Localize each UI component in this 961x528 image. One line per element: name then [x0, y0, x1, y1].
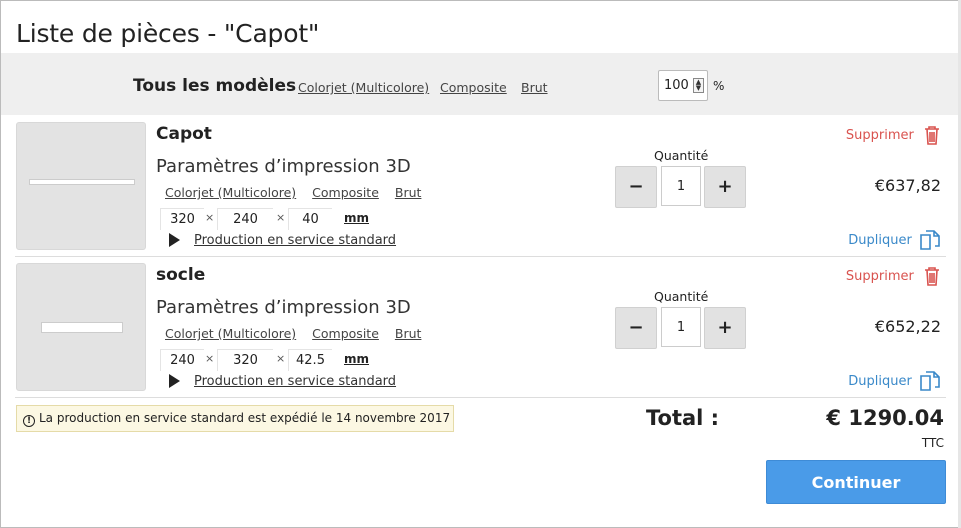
dim-separator: × — [205, 352, 215, 365]
part-name: socle — [156, 265, 206, 285]
notice-text: La production en service standard est ex… — [39, 411, 451, 425]
part-item-socle: socle Paramètres d’impression 3D Colorje… — [15, 257, 946, 398]
copy-icon — [920, 230, 940, 250]
scale-percent-input[interactable]: 100 ▲ ▼ — [658, 70, 708, 101]
duplicate-button[interactable]: Dupliquer — [848, 230, 942, 250]
quantity-label: Quantité — [654, 289, 709, 304]
duplicate-label: Dupliquer — [848, 373, 912, 389]
print-settings-title: Paramètres d’impression 3D — [156, 297, 411, 318]
info-icon: ! — [23, 415, 35, 427]
delete-label: Supprimer — [845, 269, 914, 284]
delete-button[interactable]: Supprimer — [846, 126, 940, 145]
dim-separator: × — [276, 211, 286, 224]
production-link[interactable]: Production en service standard — [194, 374, 396, 389]
unit-label[interactable]: mm — [344, 211, 369, 225]
duplicate-button[interactable]: Dupliquer — [848, 371, 942, 391]
quantity-input[interactable]: 1 — [661, 166, 701, 206]
material-colorjet-link[interactable]: Colorjet (Multicolore) — [165, 185, 296, 200]
production-link[interactable]: Production en service standard — [194, 233, 396, 248]
delete-label: Supprimer — [845, 128, 914, 143]
quantity-input[interactable]: 1 — [661, 307, 701, 347]
dim-y-input[interactable]: 320 — [217, 349, 273, 371]
delete-button[interactable]: Supprimer — [846, 267, 940, 286]
dim-x-input[interactable]: 320 — [160, 208, 204, 230]
all-material-colorjet-link[interactable]: Colorjet (Multicolore) — [298, 80, 429, 95]
all-models-label: Tous les modèles — [133, 76, 297, 96]
continue-button[interactable]: Continuer — [766, 460, 946, 504]
play-icon — [169, 374, 180, 388]
trash-icon — [925, 126, 939, 145]
part-price: €652,22 — [874, 317, 941, 336]
quantity-increase-button[interactable]: + — [704, 166, 746, 208]
material-brut-link[interactable]: Brut — [395, 326, 422, 341]
dim-y-input[interactable]: 240 — [217, 208, 273, 230]
dim-separator: × — [276, 352, 286, 365]
parts-list-dialog: Liste de pièces - "Capot" Tous les modèl… — [0, 0, 961, 528]
part-item-capot: Capot Paramètres d’impression 3D Colorje… — [15, 116, 946, 257]
scale-percent-value: 100 — [664, 78, 689, 93]
part-thumbnail[interactable] — [16, 263, 146, 391]
material-composite-link[interactable]: Composite — [312, 326, 379, 341]
copy-icon — [920, 371, 940, 391]
material-brut-link[interactable]: Brut — [395, 185, 422, 200]
part-thumbnail[interactable] — [16, 122, 146, 250]
material-colorjet-link[interactable]: Colorjet (Multicolore) — [165, 326, 296, 341]
all-material-composite-link[interactable]: Composite — [440, 80, 507, 95]
dim-z-input[interactable]: 42.5 — [288, 349, 332, 371]
dim-separator: × — [205, 211, 215, 224]
total-value: € 1290.04 — [826, 406, 944, 430]
quantity-label: Quantité — [654, 148, 709, 163]
material-links: Colorjet (Multicolore) Composite Brut — [165, 326, 433, 341]
quantity-decrease-button[interactable]: − — [615, 307, 657, 349]
all-material-brut-link[interactable]: Brut — [521, 80, 548, 95]
dim-z-input[interactable]: 40 — [288, 208, 332, 230]
material-composite-link[interactable]: Composite — [312, 185, 379, 200]
material-links: Colorjet (Multicolore) Composite Brut — [165, 185, 433, 200]
total-label: Total : — [646, 406, 720, 430]
part-price: €637,82 — [874, 176, 941, 195]
shipping-notice: ! La production en service standard est e… — [16, 405, 454, 432]
play-icon — [169, 233, 180, 247]
all-models-bar: Tous les modèles Colorjet (Multicolore) … — [1, 53, 959, 115]
trash-icon — [925, 267, 939, 286]
part-name: Capot — [156, 124, 212, 144]
duplicate-label: Dupliquer — [848, 232, 912, 248]
dialog-title: Liste de pièces - "Capot" — [16, 19, 320, 48]
print-settings-title: Paramètres d’impression 3D — [156, 156, 411, 177]
quantity-increase-button[interactable]: + — [704, 307, 746, 349]
dim-x-input[interactable]: 240 — [160, 349, 204, 371]
scale-percent-symbol: % — [713, 79, 725, 93]
unit-label[interactable]: mm — [344, 352, 369, 366]
scale-spinner-icon[interactable]: ▲ ▼ — [693, 78, 704, 93]
tax-note: TTC — [921, 436, 944, 450]
quantity-decrease-button[interactable]: − — [615, 166, 657, 208]
